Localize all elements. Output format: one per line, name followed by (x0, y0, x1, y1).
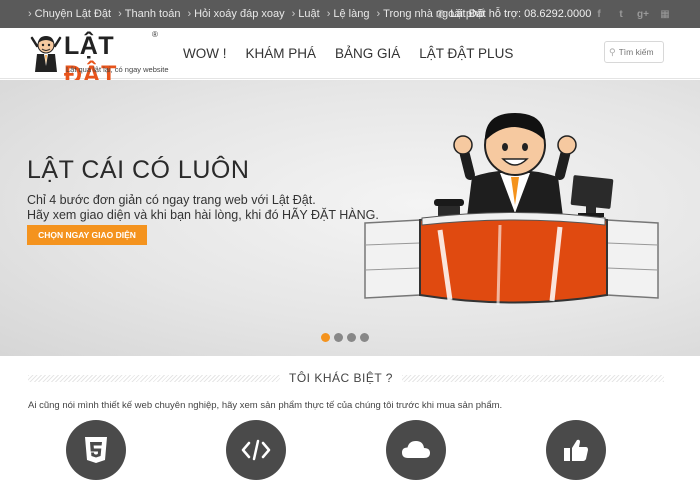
trademark-symbol: ® (152, 30, 158, 39)
top-links: › Chuyện Lật Đật › Thanh toán › Hỏi xoáy đá… (28, 8, 491, 20)
chevron-right-icon: › (28, 8, 32, 20)
hero-text-line-1: Chỉ 4 bước đơn giản có ngay trang web vớ… (27, 193, 316, 207)
slider-dot-3[interactable] (347, 333, 356, 342)
title-divider-right (402, 375, 664, 382)
chevron-right-icon: › (187, 8, 192, 20)
top-link-thanh-toan[interactable]: › Thanh toán (118, 8, 180, 20)
chevron-right-icon: › (326, 8, 331, 20)
nav-item-kham-pha[interactable]: KHÁM PHÁ (246, 46, 317, 61)
title-divider-left (28, 375, 280, 382)
chevron-right-icon: › (118, 8, 122, 20)
phone-icon: ✆ (436, 8, 446, 21)
nav-item-lat-dat-plus[interactable]: LẬT ĐẬT PLUS (419, 46, 513, 61)
nav-item-wow[interactable]: WOW ! (183, 46, 227, 61)
grid-icon[interactable]: ▦ (654, 9, 676, 20)
top-bar: › Chuyện Lật Đật › Thanh toán › Hỏi xoáy đá… (0, 0, 700, 28)
top-link-hoi-xoay-dap-xoay[interactable]: › Hỏi xoáy đáp xoay (187, 8, 284, 20)
mascot-desk-illustration (364, 113, 659, 306)
chevron-right-icon: › (376, 8, 381, 20)
chevron-right-icon: › (291, 8, 296, 20)
logo-tagline: Lật qua lật lại, có ngay website (66, 65, 169, 74)
nav-item-bang-gia[interactable]: BẢNG GIÁ (335, 46, 400, 61)
feature-icons (0, 420, 700, 492)
reception-desk (364, 212, 659, 306)
twitter-icon[interactable]: t (610, 9, 632, 20)
slider-dots (321, 333, 373, 342)
slider-dot-1[interactable] (321, 333, 330, 342)
slider-dot-4[interactable] (360, 333, 369, 342)
thumbs-up-icon (564, 439, 588, 461)
top-link-le-lang[interactable]: › Lệ làng (327, 8, 370, 20)
social-links: f t g+ ▦ (588, 0, 676, 28)
top-link-luat[interactable]: › Luật (292, 8, 320, 20)
mascot-character (453, 113, 577, 225)
hero-headline: LẬT CÁI CÓ LUÔN (27, 156, 250, 184)
choose-template-button[interactable]: CHỌN NGAY GIAO DIỆN (27, 225, 147, 245)
support-text: Lật Đật hỗ trợ: 08.6292.0000 (450, 8, 592, 20)
cloud-icon (402, 441, 430, 458)
feature-code[interactable] (226, 420, 286, 480)
section-title: TÔI KHÁC BIỆT ? (289, 371, 393, 385)
hero-text-line-2: Hãy xem giao diện và khi bạn hài lòng, k… (27, 208, 379, 222)
search-icon[interactable]: ⚲ (609, 47, 616, 58)
code-icon (241, 439, 271, 461)
section-title-wrap: TÔI KHÁC BIỆT ? (28, 371, 664, 385)
desk-monitor (570, 175, 614, 217)
facebook-icon[interactable]: f (588, 9, 610, 20)
site-header: LẬT ĐẬT ® Lật qua lật lại, có ngay websi… (0, 28, 700, 89)
feature-cloud[interactable] (386, 420, 446, 480)
section-description: Ai cũng nói mình thiết kế web chuyên ngh… (28, 400, 503, 411)
top-link-chuyen-lat-dat[interactable]: › Chuyện Lật Đật (28, 8, 111, 20)
html5-icon (85, 437, 107, 463)
main-nav: WOW ! KHÁM PHÁ BẢNG GIÁ LẬT ĐẬT PLUS (183, 28, 532, 79)
slider-dot-2[interactable] (334, 333, 343, 342)
feature-html5[interactable] (66, 420, 126, 480)
mascot-icon (30, 36, 62, 72)
difference-section: TÔI KHÁC BIỆT ? Ai cũng nói mình thiết k… (0, 356, 700, 492)
feature-thumbs-up[interactable] (546, 420, 606, 480)
search-box[interactable]: ⚲ (604, 41, 664, 63)
logo[interactable]: LẬT ĐẬT ® Lật qua lật lại, có ngay websi… (28, 28, 169, 89)
google-plus-icon[interactable]: g+ (632, 9, 654, 20)
hero-slider: LẬT CÁI CÓ LUÔN Chỉ 4 bước đơn giản có n… (0, 80, 700, 356)
search-input[interactable] (618, 47, 659, 57)
support-hotline: ✆ Lật Đật hỗ trợ: 08.6292.0000 (436, 0, 591, 28)
